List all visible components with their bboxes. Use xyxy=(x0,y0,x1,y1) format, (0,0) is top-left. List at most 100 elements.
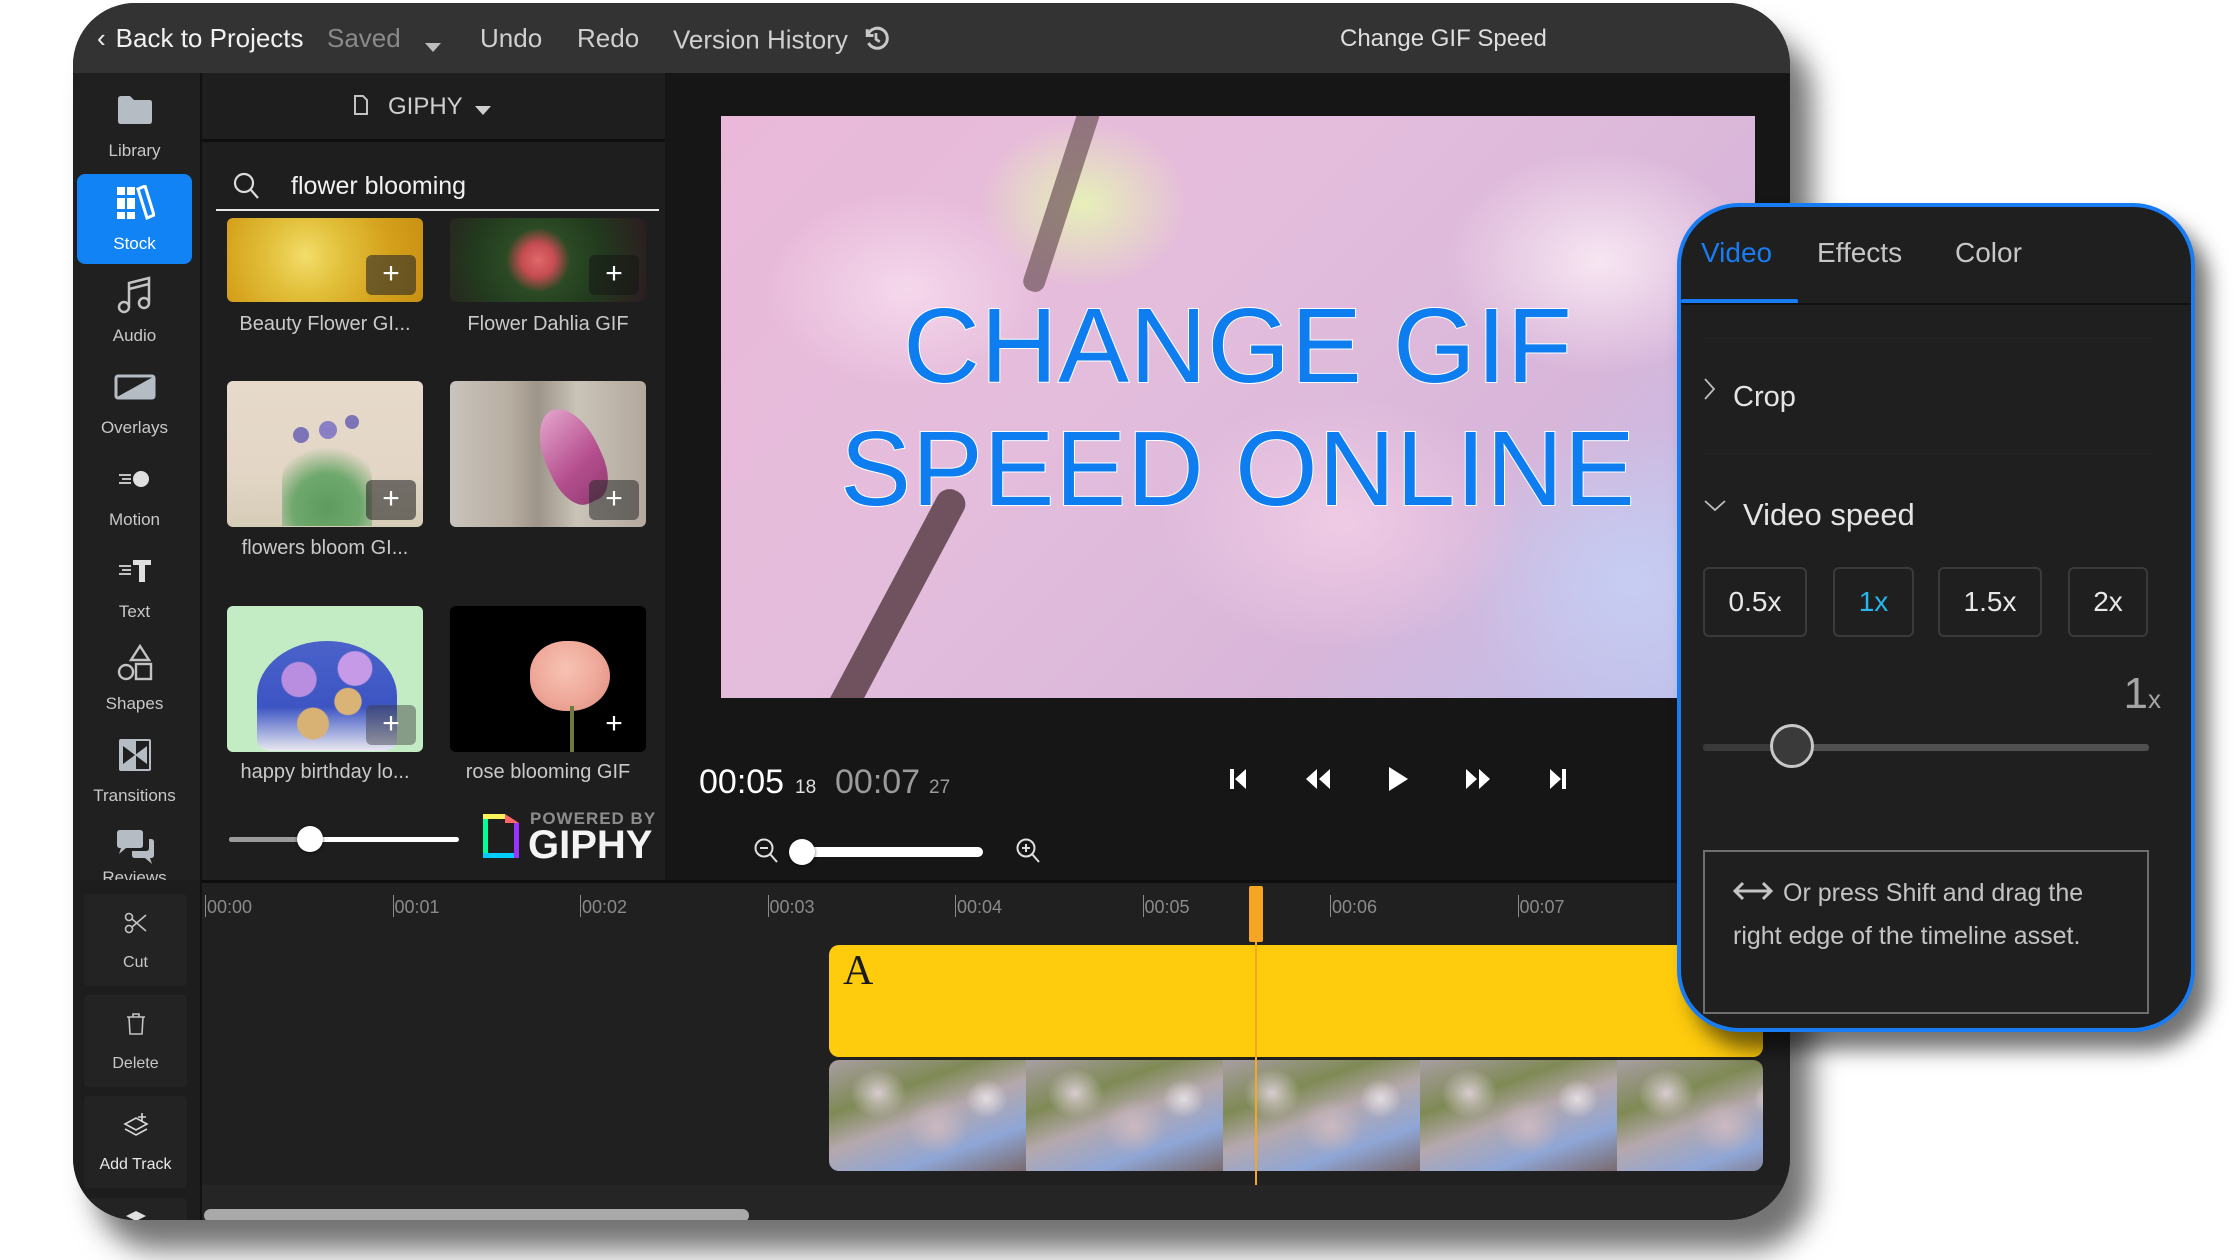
speed-hint-box: Or press Shift and drag the right edge o… xyxy=(1703,850,2149,1014)
horizontal-arrows-icon xyxy=(1731,873,1775,915)
add-asset-button[interactable]: + xyxy=(589,255,639,295)
playhead-handle[interactable] xyxy=(1249,886,1263,942)
chevron-right-icon xyxy=(1703,377,1717,406)
back-to-projects-button[interactable]: ‹ Back to Projects xyxy=(97,23,304,54)
speed-readout: 1x xyxy=(2124,669,2161,719)
ruler-label: 00:07 xyxy=(1519,897,1565,917)
speed-slider[interactable] xyxy=(1703,724,2149,768)
skip-to-end-button[interactable] xyxy=(1538,759,1578,799)
playhead[interactable] xyxy=(1249,886,1263,1194)
asset-caption: flowers bloom GI... xyxy=(241,537,409,559)
asset-thumbnail[interactable]: + xyxy=(227,606,423,752)
ruler-tick xyxy=(1517,895,1519,917)
sidebar-item-overlays[interactable]: Overlays xyxy=(77,358,192,448)
timeline-scrollbar[interactable] xyxy=(204,1209,749,1220)
speed-option-1x[interactable]: 1x xyxy=(1833,567,1914,637)
undo-button[interactable]: Undo xyxy=(480,23,542,54)
sidebar-item-library[interactable]: Library xyxy=(77,81,192,171)
cut-button[interactable]: Cut xyxy=(84,894,187,986)
video-clip-frame xyxy=(1617,1060,1763,1171)
search-input[interactable]: flower blooming xyxy=(291,172,466,201)
ruler-label: 00:03 xyxy=(769,897,815,917)
ruler-tick xyxy=(955,895,956,917)
layers-button[interactable] xyxy=(84,1198,187,1220)
left-sidebar: Library Stock Audio Overlays Motion Text… xyxy=(73,73,202,880)
search-icon xyxy=(232,171,260,206)
speed-option-0.5x[interactable]: 0.5x xyxy=(1703,567,1807,637)
section-divider xyxy=(1703,453,2153,454)
play-button[interactable] xyxy=(1378,759,1418,799)
add-layer-icon xyxy=(84,1110,187,1140)
fast-forward-icon xyxy=(1466,769,1490,789)
slider-thumb[interactable] xyxy=(1770,724,1815,768)
add-asset-button[interactable]: + xyxy=(589,480,639,520)
source-selector[interactable]: GIPHY xyxy=(202,73,665,142)
asset-thumbnail[interactable]: + xyxy=(227,381,423,527)
saved-dropdown-caret-icon[interactable] xyxy=(425,29,441,60)
sidebar-item-motion[interactable]: Motion xyxy=(77,450,192,540)
rewind-button[interactable] xyxy=(1298,759,1338,799)
chevron-down-icon xyxy=(1703,499,1727,518)
video-clip-frame xyxy=(829,1060,1027,1171)
add-asset-button[interactable]: + xyxy=(366,705,416,745)
timeline-zoom-slider[interactable] xyxy=(789,839,983,865)
slider-thumb[interactable] xyxy=(296,826,323,852)
ruler-tick xyxy=(205,895,206,917)
asset-thumbnail[interactable]: + xyxy=(450,381,646,527)
asset-caption: Flower Dahlia GIF xyxy=(467,313,629,335)
sidebar-item-stock[interactable]: Stock xyxy=(77,174,192,264)
video-speed-section-toggle[interactable]: Video speed xyxy=(1703,487,2153,547)
add-asset-button[interactable]: + xyxy=(589,705,639,745)
file-icon xyxy=(353,95,369,120)
timeline[interactable]: 00:00 00:01 00:02 00:03 00:04 00:05 00:06 00:07… xyxy=(202,880,1790,1220)
add-asset-button[interactable]: + xyxy=(366,480,416,520)
history-icon xyxy=(861,23,891,60)
zoom-out-icon[interactable] xyxy=(753,837,779,870)
asset-caption: rose blooming GIF xyxy=(465,761,631,783)
top-bar: ‹ Back to Projects Saved Undo Redo Versio… xyxy=(73,3,1790,73)
search-field[interactable]: flower blooming xyxy=(216,165,659,211)
zoom-in-icon[interactable] xyxy=(1015,837,1041,870)
tab-video[interactable]: Video xyxy=(1701,237,1772,269)
asset-caption: happy birthday lo... xyxy=(240,761,410,783)
video-preview[interactable]: CHANGE GIF SPEED ONLINE xyxy=(721,116,1755,698)
transitions-icon xyxy=(77,736,192,774)
chevron-down-icon xyxy=(475,103,491,121)
asset-thumbnail[interactable]: + xyxy=(450,606,646,752)
tab-color[interactable]: Color xyxy=(1955,237,2022,269)
project-title: Change GIF Speed xyxy=(1340,25,1547,52)
hint-text: Or press Shift and drag the right edge o… xyxy=(1733,879,2084,951)
sidebar-item-audio[interactable]: Audio xyxy=(77,266,192,356)
ruler-label: 00:04 xyxy=(957,897,1003,917)
add-track-button[interactable]: Add Track xyxy=(84,1096,187,1188)
delete-button[interactable]: Delete xyxy=(84,995,187,1087)
layers-icon xyxy=(84,1206,187,1220)
crop-section-toggle[interactable]: Crop xyxy=(1703,367,2153,427)
time-ruler[interactable]: 00:00 00:01 00:02 00:03 00:04 00:05 00:06 00:07 xyxy=(202,883,1790,928)
tab-effects[interactable]: Effects xyxy=(1817,237,1902,269)
text-clip[interactable]: A xyxy=(829,945,1763,1057)
redo-button[interactable]: Redo xyxy=(577,23,639,54)
asset-thumbnail[interactable]: + xyxy=(450,218,646,302)
skip-to-start-button[interactable] xyxy=(1218,759,1258,799)
video-clip[interactable] xyxy=(829,1060,1763,1171)
preview-title-line-1[interactable]: CHANGE GIF xyxy=(721,286,1755,407)
sidebar-item-shapes[interactable]: Shapes xyxy=(77,634,192,724)
ruler-tick xyxy=(1142,895,1144,917)
preview-title-line-2[interactable]: SPEED ONLINE xyxy=(721,409,1755,530)
asset-thumbnail[interactable]: + xyxy=(227,218,423,302)
motion-icon xyxy=(77,460,192,498)
fast-forward-button[interactable] xyxy=(1458,759,1498,799)
speed-option-1.5x[interactable]: 1.5x xyxy=(1938,567,2042,637)
sidebar-item-transitions[interactable]: Transitions xyxy=(77,726,192,816)
speed-option-2x[interactable]: 2x xyxy=(2068,567,2148,637)
text-clip-label: A xyxy=(843,948,874,994)
giphy-wordmark: GIPHY xyxy=(528,823,653,867)
slider-thumb[interactable] xyxy=(789,839,815,865)
sidebar-item-reviews[interactable]: Reviews xyxy=(77,818,192,880)
sidebar-item-text[interactable]: Text xyxy=(77,542,192,632)
asset-caption: Beauty Flower GI... xyxy=(239,313,411,335)
thumbnail-size-slider[interactable] xyxy=(229,826,459,852)
version-history-button[interactable]: Version History xyxy=(673,23,891,60)
add-asset-button[interactable]: + xyxy=(366,255,416,295)
